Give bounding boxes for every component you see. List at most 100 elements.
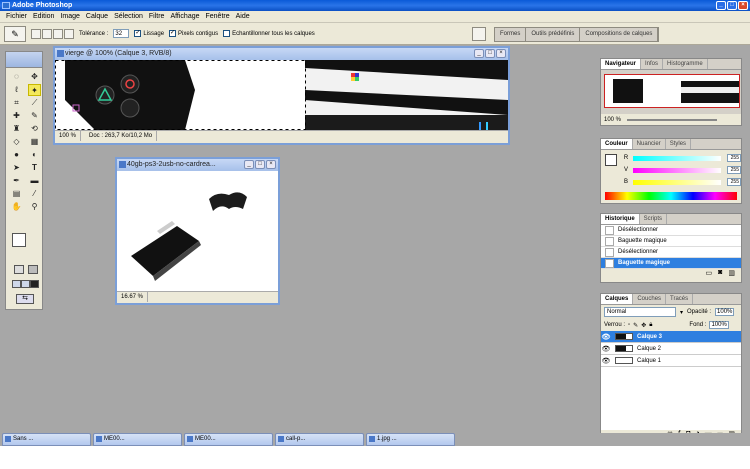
menu-edition[interactable]: Edition (30, 13, 57, 20)
path-selection-icon[interactable]: ➤ (10, 162, 23, 174)
zoom-slider[interactable] (627, 118, 718, 121)
close-icon[interactable]: × (738, 1, 748, 10)
minimize-icon[interactable]: _ (716, 1, 726, 10)
slider-r-bar[interactable] (633, 155, 721, 161)
brush-tool-icon[interactable]: ✎ (28, 110, 41, 122)
canvas[interactable] (55, 60, 508, 130)
minimized-doc[interactable]: ME00... (184, 433, 273, 446)
menu-aide[interactable]: Aide (233, 13, 253, 20)
menu-selection[interactable]: Sélection (111, 13, 146, 20)
menu-affichage[interactable]: Affichage (167, 13, 202, 20)
dodge-tool-icon[interactable]: ◐ (28, 149, 41, 161)
tab-infos[interactable]: Infos (641, 59, 664, 69)
channel-b-value[interactable]: 255 (727, 178, 741, 186)
move-tool-icon[interactable]: ✥ (28, 71, 41, 83)
layer-row-calque-2[interactable]: 👁︎ Calque 2 (601, 343, 741, 355)
minimized-doc[interactable]: Sans ... (2, 433, 91, 446)
close-icon[interactable]: × (266, 160, 276, 169)
minimized-doc[interactable]: 1.jpg ... (366, 433, 455, 446)
eyedropper-tool-icon[interactable]: ⁄ (28, 188, 41, 200)
minimized-doc[interactable]: call-p... (275, 433, 364, 446)
tolerance-input[interactable]: 32 (113, 29, 130, 38)
slider-b-bar[interactable] (633, 179, 721, 185)
canvas[interactable] (117, 171, 278, 291)
add-selection-icon[interactable] (42, 28, 52, 39)
close-icon[interactable]: × (496, 49, 506, 58)
document-title-bar[interactable]: 40gb-ps3-2usb-no-cardrea... _ □ × (117, 159, 278, 171)
crop-tool-icon[interactable]: ⌗ (10, 97, 23, 109)
history-item[interactable]: Désélectionner (601, 225, 741, 236)
tab-navigateur[interactable]: Navigateur (601, 59, 642, 69)
healing-brush-icon[interactable]: ✚ (10, 110, 23, 122)
foreground-color-swatch[interactable] (12, 233, 26, 247)
minimized-doc[interactable]: ME00... (93, 433, 182, 446)
menu-filtre[interactable]: Filtre (146, 13, 168, 20)
slice-tool-icon[interactable]: ⟋ (28, 97, 41, 109)
type-tool-icon[interactable]: T (28, 162, 41, 174)
quick-mask-icon[interactable] (28, 265, 38, 274)
eraser-tool-icon[interactable]: ◇ (10, 136, 23, 148)
trash-icon[interactable]: ▥ (728, 269, 735, 280)
tab-calques[interactable]: Calques (601, 294, 634, 304)
file-browser-icon[interactable] (472, 27, 486, 41)
palette-tab-compositions[interactable]: Compositions de calques (580, 28, 659, 41)
imageready-jump-icon[interactable]: ⇆ (16, 294, 34, 304)
channel-r-value[interactable]: 255 (727, 154, 741, 162)
new-document-from-state-icon[interactable]: ▭ (706, 269, 713, 280)
tab-historique[interactable]: Historique (601, 214, 640, 224)
lock-all-icon[interactable]: 🔒︎ (649, 322, 652, 329)
zoom-tool-icon[interactable]: ⚲ (28, 201, 41, 213)
zoom-level[interactable]: 100 % (55, 131, 82, 141)
maximize-icon[interactable]: □ (485, 49, 495, 58)
palette-tab-formes[interactable]: Formes (495, 28, 527, 41)
minimize-icon[interactable]: _ (244, 160, 254, 169)
palette-tab-outils[interactable]: Outils prédéfinis (526, 28, 581, 41)
shape-tool-icon[interactable]: ▬ (28, 175, 41, 187)
tab-traces[interactable]: Tracés (666, 294, 694, 304)
layer-row-calque-3[interactable]: 👁︎ Calque 3 (601, 331, 741, 343)
standard-mode-icon[interactable] (14, 265, 24, 274)
hand-tool-icon[interactable]: ✋ (10, 201, 23, 213)
lissage-checkbox[interactable]: ✓ Lissage (134, 29, 164, 37)
eye-icon[interactable]: 👁︎ (601, 357, 611, 365)
lock-transparency-icon[interactable]: ▫ (628, 322, 630, 328)
fill-input[interactable]: 100% (709, 321, 729, 329)
gradient-tool-icon[interactable]: ▦ (28, 136, 41, 148)
history-brush-icon[interactable]: ⟲ (28, 123, 41, 135)
pen-tool-icon[interactable]: ✒ (10, 175, 23, 187)
history-item[interactable]: Baguette magique (601, 236, 741, 247)
chevron-down-icon[interactable]: ▾ (680, 309, 683, 316)
history-item[interactable]: Désélectionner (601, 247, 741, 258)
layer-row-calque-1[interactable]: 👁︎ Calque 1 (601, 355, 741, 367)
color-fg-swatch[interactable] (605, 154, 617, 166)
lasso-tool-icon[interactable]: ℓ (10, 84, 23, 96)
tab-couches[interactable]: Couches (633, 294, 667, 304)
echantillonner-checkbox[interactable]: Echantillonner tous les calques (223, 29, 315, 37)
eye-icon[interactable]: 👁︎ (601, 333, 611, 341)
tab-couleur[interactable]: Couleur (601, 139, 633, 149)
magic-wand-preset-icon[interactable]: ✎ (4, 25, 26, 42)
lock-paint-icon[interactable]: ✎ (633, 322, 638, 329)
opacity-input[interactable]: 100% (715, 308, 735, 316)
history-item-selected[interactable]: Baguette magique (601, 258, 741, 269)
marquee-tool-icon[interactable]: ◌ (10, 71, 23, 83)
lock-move-icon[interactable]: ✥ (641, 322, 646, 329)
slider-r[interactable]: R 255 (621, 152, 741, 164)
document-title-bar[interactable]: vierge @ 100% (Calque 3, RVB/8) _ □ × (55, 48, 508, 60)
menu-calque[interactable]: Calque (83, 13, 111, 20)
menu-image[interactable]: Image (57, 13, 82, 20)
subtract-selection-icon[interactable] (53, 28, 63, 39)
blend-mode-select[interactable]: Normal (604, 307, 676, 317)
intersect-selection-icon[interactable] (64, 28, 74, 39)
magic-wand-tool-icon[interactable]: ✦ (28, 84, 41, 96)
pixels-contigus-checkbox[interactable]: ✓ Pixels contigus (169, 29, 218, 37)
slider-b[interactable]: B 255 (621, 176, 741, 188)
eye-icon[interactable]: 👁︎ (601, 345, 611, 353)
screen-mode-full-icon[interactable] (30, 280, 39, 288)
slider-v[interactable]: V 255 (621, 164, 741, 176)
notes-tool-icon[interactable]: ▤ (10, 188, 23, 200)
navigator-preview[interactable] (601, 70, 741, 114)
tab-nuancier[interactable]: Nuancier (633, 139, 666, 149)
new-selection-icon[interactable] (31, 28, 41, 39)
tab-histogramme[interactable]: Histogramme (663, 59, 708, 69)
